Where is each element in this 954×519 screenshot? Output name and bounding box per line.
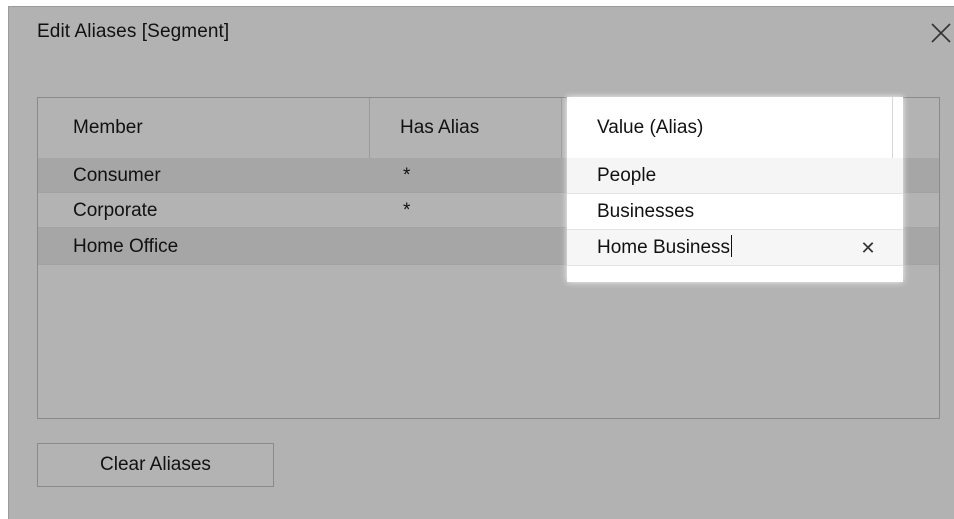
alias-column-highlight: Value (Alias) People Businesses Home Bus… <box>567 97 903 282</box>
close-icon[interactable] <box>929 21 953 45</box>
member-cell: Corporate <box>73 200 158 221</box>
has-alias-cell: * <box>403 165 411 186</box>
column-divider[interactable] <box>369 98 370 158</box>
has-alias-cell: * <box>403 200 411 221</box>
clear-text-icon[interactable]: ✕ <box>859 230 877 266</box>
alias-edit-input[interactable]: Home Business ✕ <box>567 230 903 266</box>
column-header-member[interactable]: Member <box>73 98 143 158</box>
clear-aliases-button[interactable]: Clear Aliases <box>37 443 274 487</box>
column-divider[interactable] <box>561 98 562 158</box>
alias-cell[interactable]: Businesses <box>567 194 903 230</box>
alias-input-text: Home Business <box>597 237 731 258</box>
member-cell: Home Office <box>73 236 179 257</box>
alias-cell[interactable]: People <box>567 158 903 194</box>
column-header-value-alias[interactable]: Value (Alias) <box>567 97 893 158</box>
dialog-title: Edit Aliases [Segment] <box>37 21 230 42</box>
text-caret <box>731 235 733 258</box>
edit-aliases-dialog: Edit Aliases [Segment] Member Has Alias … <box>8 6 954 519</box>
column-header-has-alias[interactable]: Has Alias <box>400 98 479 158</box>
member-cell: Consumer <box>73 165 161 186</box>
aliases-table: Member Has Alias Consumer * Corporate * … <box>37 97 940 419</box>
